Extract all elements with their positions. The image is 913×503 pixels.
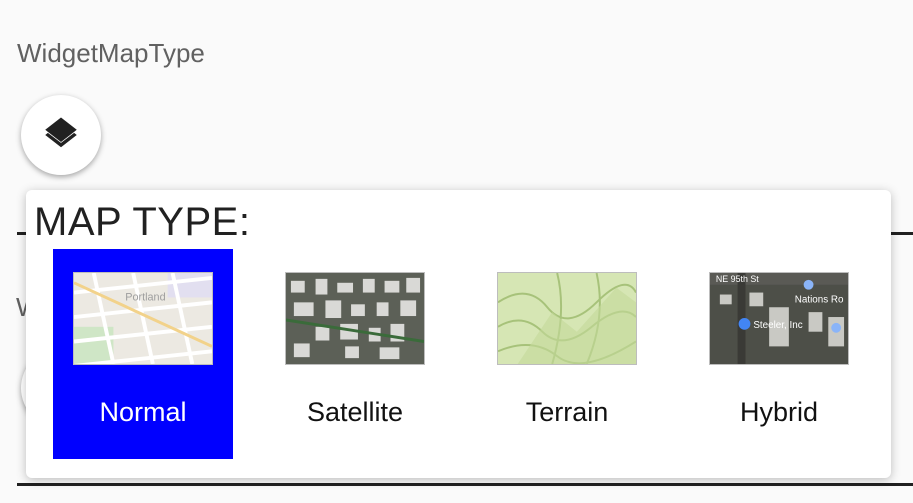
layers-icon xyxy=(45,117,77,148)
widget-title: WidgetMapType xyxy=(17,38,205,68)
option-label-normal: Normal xyxy=(99,397,187,427)
divider xyxy=(17,483,913,486)
map-type-button[interactable] xyxy=(21,95,101,175)
satellite-map-thumbnail xyxy=(285,272,425,365)
hybrid-thumb-label-street: NE 95th St xyxy=(716,274,759,284)
option-label-satellite: Satellite xyxy=(306,397,404,427)
normal-map-thumbnail: Portland xyxy=(73,272,213,365)
map-type-popup: MAP TYPE: Portland Normal Satellite Terr… xyxy=(26,190,891,478)
map-type-option-terrain[interactable]: Terrain xyxy=(477,249,657,459)
hybrid-thumb-label-business: Steeler, Inc xyxy=(753,320,802,331)
map-type-option-normal[interactable]: Portland Normal xyxy=(53,249,233,459)
popup-title: MAP TYPE: xyxy=(34,200,251,244)
option-label-hybrid: Hybrid xyxy=(739,397,819,427)
hybrid-map-thumbnail: NE 95th St Nations Ro Steeler, Inc xyxy=(709,272,849,365)
option-label-terrain: Terrain xyxy=(525,397,609,427)
terrain-map-thumbnail xyxy=(497,272,637,365)
map-type-option-satellite[interactable]: Satellite xyxy=(265,249,445,459)
map-type-option-hybrid[interactable]: NE 95th St Nations Ro Steeler, Inc Hybri… xyxy=(689,249,869,459)
normal-thumb-label: Portland xyxy=(125,291,165,303)
hybrid-thumb-label-place: Nations Ro xyxy=(795,294,844,305)
